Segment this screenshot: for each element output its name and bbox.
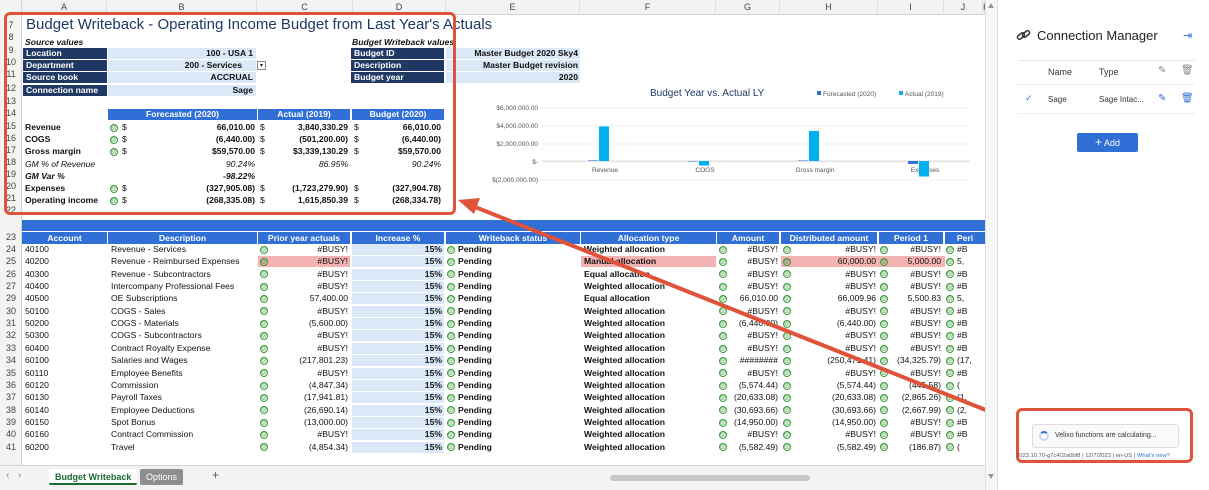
- tab-scroll-right-icon[interactable]: ›: [18, 470, 21, 481]
- check-icon: ✓: [1025, 93, 1033, 103]
- tab-budget-writeback[interactable]: Budget Writeback: [49, 469, 138, 485]
- scroll-down-icon[interactable]: [988, 474, 994, 480]
- add-connection-button[interactable]: + Add: [1077, 133, 1138, 152]
- calculating-status: Velixo functions are calculating...: [1032, 424, 1179, 448]
- plus-icon: +: [1094, 135, 1102, 149]
- column-name-header: Name: [1048, 67, 1073, 77]
- close-pane-icon[interactable]: ⇥: [1183, 29, 1192, 42]
- arrow-line: [469, 203, 985, 412]
- sheet-tabs-bar: ‹ › Budget Writeback Options +: [0, 465, 985, 490]
- horizontal-scrollbar[interactable]: [610, 475, 810, 481]
- edit-connection-icon[interactable]: ✎: [1158, 93, 1166, 104]
- connection-manager-pane: Connection Manager ⇥ Name Type ✎ 🗑 ✓ Sag…: [997, 0, 1209, 490]
- add-label: Add: [1104, 138, 1121, 148]
- link-icon: [1016, 29, 1031, 41]
- connection-type: Sage Intac...: [1099, 95, 1144, 104]
- app-window: ABCDEFGHIJK 7891011121314151617181920212…: [0, 0, 1209, 490]
- column-type-header: Type: [1099, 67, 1119, 77]
- connection-name: Sage: [1048, 95, 1067, 104]
- annotation-arrow: [458, 198, 985, 412]
- delete-connection-icon[interactable]: 🗑: [1181, 93, 1194, 104]
- spreadsheet[interactable]: ABCDEFGHIJK 7891011121314151617181920212…: [0, 0, 985, 490]
- pane-title: Connection Manager: [1037, 28, 1158, 43]
- scroll-up-icon[interactable]: [988, 2, 994, 8]
- tab-scroll-left-icon[interactable]: ‹: [6, 470, 9, 481]
- vertical-scrollbar[interactable]: [985, 0, 997, 490]
- edit-header-icon: ✎: [1158, 65, 1167, 76]
- tab-options[interactable]: Options: [140, 469, 184, 485]
- version-text: 2023.10.70-g7c402a0bf8 | 12/7/2023 | en-…: [1016, 453, 1136, 459]
- divider: [1018, 60, 1195, 61]
- add-sheet-button[interactable]: +: [206, 467, 225, 483]
- spinner-icon: [1039, 431, 1049, 441]
- whats-new-link[interactable]: What's new?: [1137, 453, 1170, 459]
- delete-header-icon: 🗑: [1181, 65, 1194, 76]
- connection-row[interactable]: ✓ Sage Sage Intac... ✎ 🗑: [1018, 84, 1195, 114]
- version-footer: 2023.10.70-g7c402a0bf8 | 12/7/2023 | en-…: [1016, 453, 1170, 459]
- status-text: Velixo functions are calculating...: [1055, 432, 1157, 439]
- arrow-head: [458, 198, 480, 214]
